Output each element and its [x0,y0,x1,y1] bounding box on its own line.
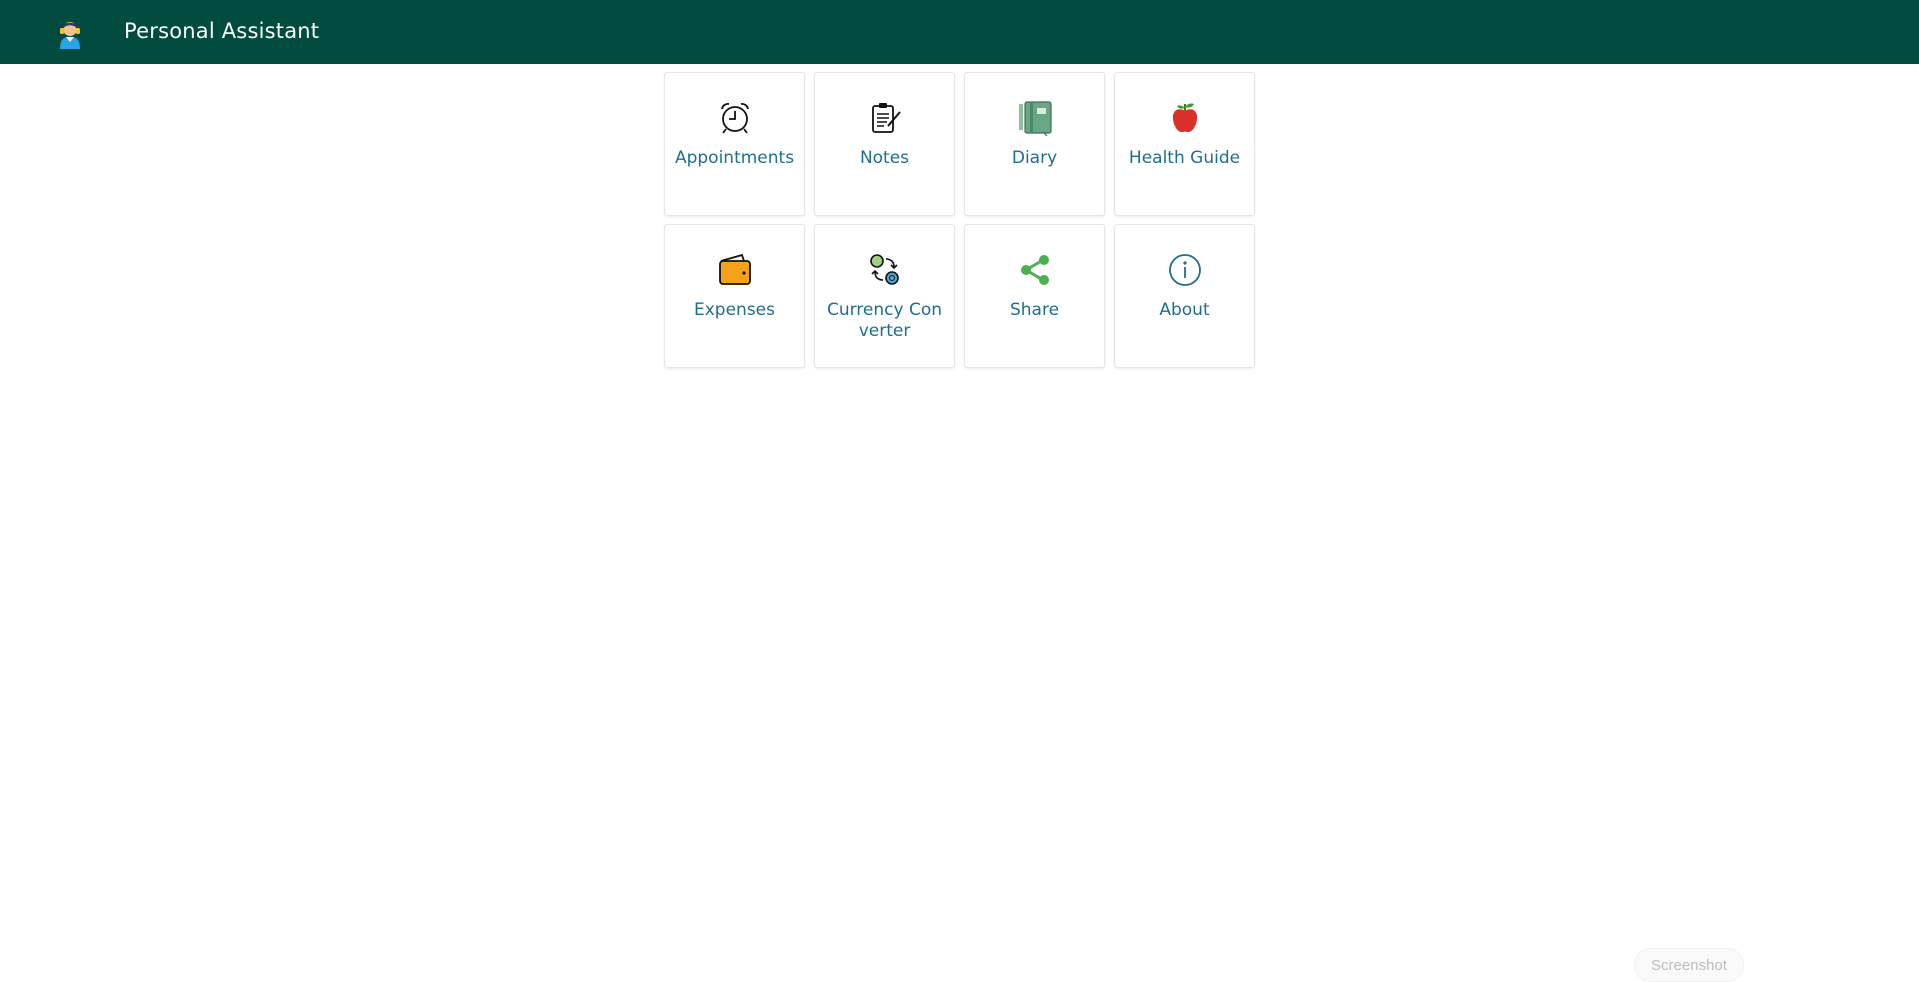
apple-icon [1165,98,1205,138]
tile-expenses[interactable]: Expenses [664,224,805,368]
notebook-icon [1015,98,1055,138]
currency-exchange-icon [865,250,905,290]
tile-share[interactable]: Share [964,224,1105,368]
tile-diary[interactable]: Diary [964,72,1105,216]
share-icon [1015,250,1055,290]
tile-notes[interactable]: Notes [814,72,955,216]
tile-label: Expenses [694,300,775,320]
tile-currency-converter[interactable]: Currency Converter [814,224,955,368]
tile-label: Appointments [674,148,795,168]
tile-label: Share [1009,300,1060,320]
wallet-icon [715,250,755,290]
feature-grid: Appointments Notes Diary Health Guide Ex… [664,72,1255,368]
tile-label: About [1159,300,1210,320]
tile-label: Notes [859,148,910,168]
screenshot-button[interactable]: Screenshot [1634,948,1744,982]
info-icon [1165,250,1205,290]
alarm-clock-icon [715,98,755,138]
tile-health-guide[interactable]: Health Guide [1114,72,1255,216]
app-title: Personal Assistant [124,19,320,43]
tile-label: Currency Converter [826,300,943,341]
clipboard-pen-icon [865,98,905,138]
top-app-bar: Personal Assistant [0,0,1919,64]
tile-label: Diary [1011,148,1058,168]
tile-about[interactable]: About [1114,224,1255,368]
tile-appointments[interactable]: Appointments [664,72,805,216]
tile-label: Health Guide [1128,148,1241,168]
assistant-headset-icon[interactable] [54,17,86,49]
